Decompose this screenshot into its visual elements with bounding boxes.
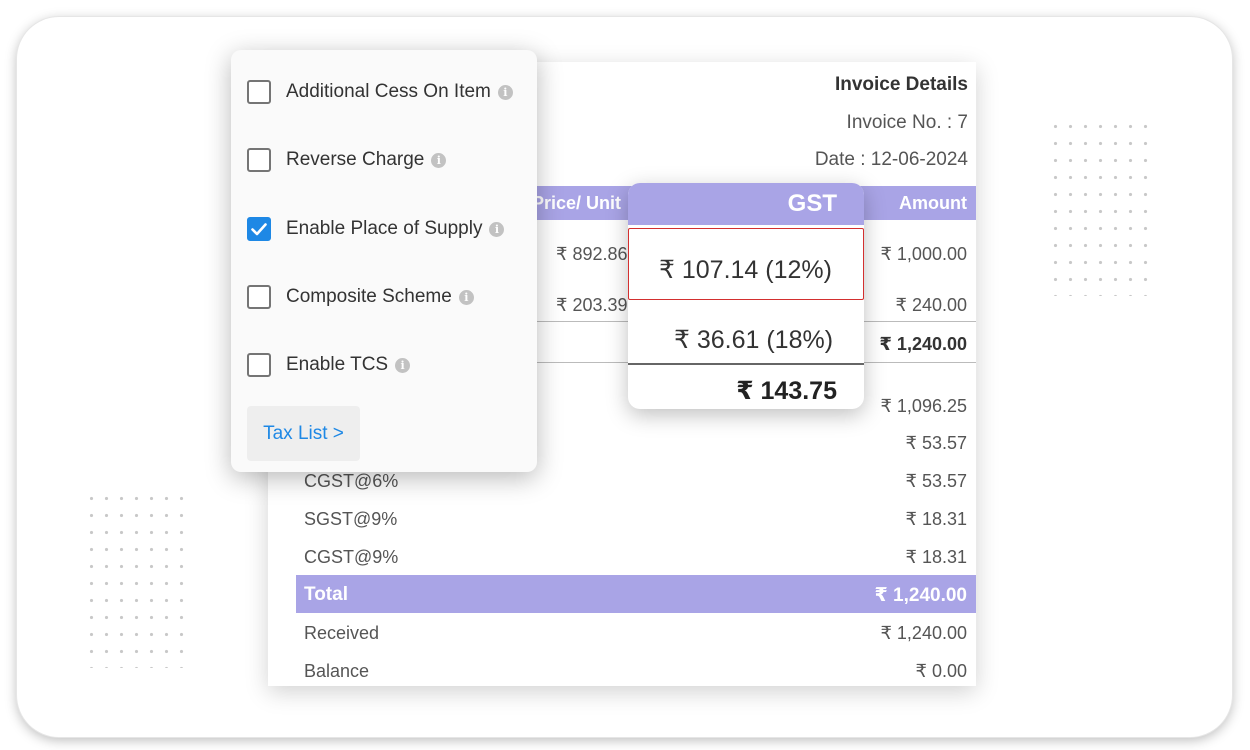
summary-row: SGST@9% ₹ 18.31 xyxy=(296,500,976,538)
gst-total-divider xyxy=(628,363,864,365)
summary-label: CGST@9% xyxy=(304,547,399,567)
info-icon[interactable]: i xyxy=(497,84,513,100)
gst-row: ₹ 36.61 (18%) xyxy=(674,326,834,354)
amount-column-header: Amount xyxy=(899,193,967,213)
invoice-date: Date : 12-06-2024 xyxy=(814,149,968,170)
option-composite-scheme[interactable]: Composite Scheme i xyxy=(247,283,474,311)
option-label: Enable Place of Supply xyxy=(286,218,483,239)
invoice-details-title: Invoice Details xyxy=(834,74,968,95)
invoice-number: Invoice No. : 7 xyxy=(846,112,968,133)
option-label: Reverse Charge xyxy=(286,149,425,170)
summary-row: CGST@9% ₹ 18.31 xyxy=(296,538,976,576)
gst-breakdown-popup: GST ₹ 107.14 (12%) ₹ 36.61 (18%) ₹ 143.7… xyxy=(628,183,864,409)
tax-settings-popup: Additional Cess On Item i Reverse Charge… xyxy=(231,50,537,472)
option-place-of-supply[interactable]: Enable Place of Supply i xyxy=(247,215,505,243)
tax-list-link[interactable]: Tax List > xyxy=(247,406,360,461)
enable-tcs-checkbox[interactable] xyxy=(247,353,271,377)
received-row: Received ₹ 1,240.00 xyxy=(296,614,976,652)
option-additional-cess[interactable]: Additional Cess On Item i xyxy=(247,78,513,106)
grand-total-row: Total ₹ 1,240.00 xyxy=(296,575,976,613)
balance-row: Balance ₹ 0.00 xyxy=(296,652,976,686)
items-total-amount: ₹ 1,240.00 xyxy=(879,334,967,354)
info-icon[interactable]: i xyxy=(395,357,411,373)
option-label: Enable TCS xyxy=(286,354,389,375)
option-enable-tcs[interactable]: Enable TCS i xyxy=(247,351,411,379)
balance-value: ₹ 0.00 xyxy=(915,661,968,681)
composite-scheme-checkbox[interactable] xyxy=(247,285,271,309)
grand-total-value: ₹ 1,240.00 xyxy=(874,585,967,606)
summary-value: ₹ 53.57 xyxy=(905,471,968,491)
info-icon[interactable]: i xyxy=(431,152,447,168)
item-1-amount: ₹ 1,000.00 xyxy=(880,244,967,264)
option-label: Additional Cess On Item xyxy=(286,81,491,102)
option-label: Composite Scheme xyxy=(286,286,452,307)
balance-label: Balance xyxy=(304,661,370,681)
gst-row-highlighted: ₹ 107.14 (12%) xyxy=(628,228,864,300)
info-icon[interactable]: i xyxy=(489,221,505,237)
checkmark-icon xyxy=(251,222,267,235)
summary-value: ₹ 53.57 xyxy=(905,433,968,453)
reverse-charge-checkbox[interactable] xyxy=(247,148,271,172)
received-label: Received xyxy=(304,623,380,643)
summary-label: SGST@9% xyxy=(304,509,398,529)
summary-label: CGST@6% xyxy=(304,471,399,491)
summary-value: ₹ 18.31 xyxy=(905,547,968,567)
place-of-supply-checkbox[interactable] xyxy=(247,217,271,241)
summary-value: ₹ 1,096.25 xyxy=(880,396,967,416)
gst-total: ₹ 143.75 xyxy=(736,377,837,405)
price-unit-column-header: Price/ Unit xyxy=(532,193,622,213)
decorative-dots-left xyxy=(84,490,188,668)
gst-header: GST xyxy=(628,183,864,225)
received-value: ₹ 1,240.00 xyxy=(880,623,967,643)
grand-total-label: Total xyxy=(304,584,348,605)
additional-cess-checkbox[interactable] xyxy=(247,80,271,104)
decorative-dots-right xyxy=(1048,118,1152,296)
item-2-amount: ₹ 240.00 xyxy=(895,295,967,315)
item-1-price: ₹ 892.86 xyxy=(556,244,628,264)
item-2-price: ₹ 203.39 xyxy=(556,295,628,315)
info-icon[interactable]: i xyxy=(458,289,474,305)
summary-value: ₹ 18.31 xyxy=(905,509,968,529)
option-reverse-charge[interactable]: Reverse Charge i xyxy=(247,146,447,174)
